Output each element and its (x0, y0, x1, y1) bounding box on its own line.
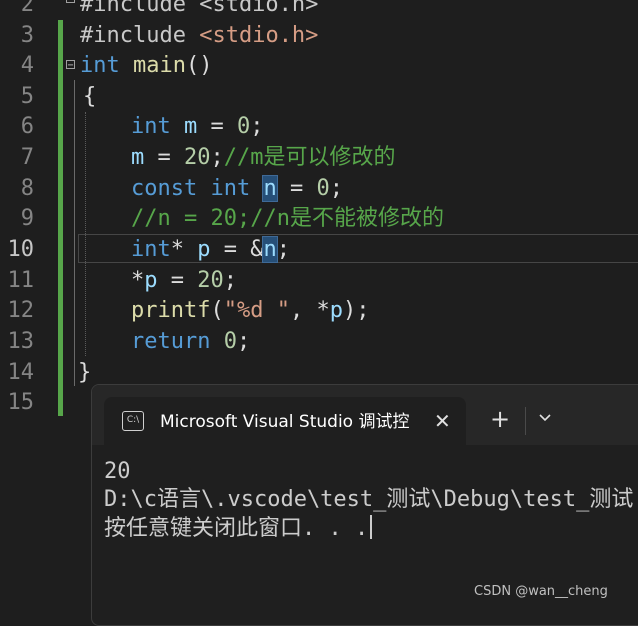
punctuation: () (185, 53, 213, 78)
line-number: 12 (7, 298, 35, 323)
code-line[interactable]: } (78, 357, 91, 388)
include-directive: #include (80, 23, 200, 48)
variable: m (184, 114, 198, 139)
line-number: 9 (20, 206, 34, 231)
semicolon: ; (223, 268, 237, 293)
punctuation: ( (210, 298, 224, 323)
keyword: int (131, 114, 171, 139)
console-prompt-text: 按任意键关闭此窗口. . . (104, 516, 369, 541)
line-number: 4 (20, 53, 34, 78)
line-number: 11 (7, 268, 35, 293)
header-name: <stdio.h> (199, 23, 319, 48)
number: 20 (184, 145, 211, 170)
change-indicator-bar (58, 20, 63, 416)
variable: p (197, 237, 211, 262)
indent-guide (85, 112, 86, 356)
code-line[interactable]: #include <stdio.h> (80, 20, 318, 51)
line-number: 14 (7, 360, 35, 385)
operator: * (170, 237, 198, 262)
variable-highlighted: n (262, 175, 278, 202)
console-output-line: 20 (104, 459, 131, 484)
console-icon: C:\ (122, 411, 144, 431)
console-tab[interactable]: C:\ Microsoft Visual Studio 调试控制台 ✕ (104, 397, 466, 447)
operator: = (144, 145, 184, 170)
tab-separator (525, 407, 526, 435)
semicolon: ; (210, 145, 224, 170)
operator: = (157, 268, 198, 293)
code-line[interactable]: m = 20;//m是可以修改的 (131, 142, 396, 173)
keyword: const (131, 176, 198, 201)
semicolon: ; (250, 114, 264, 139)
semicolon: ; (329, 176, 343, 201)
code-line-active[interactable]: int* p = &n; (131, 234, 290, 265)
chevron-down-icon[interactable] (538, 411, 552, 425)
code-line[interactable]: printf("%d ", *p); (131, 295, 369, 326)
line-number: 3 (20, 23, 34, 48)
console-output-line: D:\c语言\.vscode\test_测试\Debug\test_测试.exe (104, 487, 638, 512)
text-cursor (370, 515, 373, 539)
line-number: 5 (20, 84, 34, 109)
variable: p (144, 268, 158, 293)
brace: { (83, 84, 97, 109)
close-icon[interactable]: ✕ (434, 409, 451, 433)
keyword: int (210, 176, 251, 201)
code-line[interactable]: const int n = 0; (131, 173, 343, 204)
variable-highlighted: n (262, 236, 278, 263)
fold-toggle-icon[interactable]: − (66, 0, 75, 5)
variable: p (329, 298, 343, 323)
comment: //n = 20;//n是不能被修改的 (131, 206, 444, 231)
operator: = (197, 114, 237, 139)
number: 20 (197, 268, 224, 293)
code-line[interactable]: return 0; (131, 326, 250, 357)
line-number-active: 10 (7, 237, 35, 262)
tab-title: Microsoft Visual Studio 调试控制台 (160, 412, 410, 432)
punctuation: , * (289, 298, 330, 323)
code-line[interactable]: //n = 20;//n是不能被修改的 (131, 203, 444, 234)
string-literal: "%d " (223, 298, 290, 323)
line-number: 7 (20, 145, 34, 170)
console-output-line: 按任意键关闭此窗口. . . (104, 514, 373, 543)
code-line[interactable]: int m = 0; (131, 111, 264, 142)
code-line[interactable]: { (83, 81, 96, 112)
keyword: int (131, 237, 171, 262)
line-number: 13 (7, 329, 35, 354)
keyword: return (131, 329, 211, 354)
code-line[interactable]: *p = 20; (131, 265, 237, 296)
line-number: 15 (7, 390, 35, 415)
line-number: 8 (20, 176, 34, 201)
keyword: int (80, 53, 120, 78)
comment: //m是可以修改的 (223, 145, 396, 170)
number: 0 (223, 329, 237, 354)
watermark: CSDN @wan__cheng (474, 584, 608, 599)
punctuation: ); (342, 298, 370, 323)
fold-toggle-icon[interactable]: − (66, 60, 75, 71)
function-name: printf (131, 298, 211, 323)
line-number: 6 (20, 114, 34, 139)
operator: = (276, 176, 317, 201)
operator: * (131, 268, 145, 293)
terminal-tab-bar: C:\ Microsoft Visual Studio 调试控制台 ✕ + (92, 385, 638, 447)
line-number: 2 (20, 0, 34, 17)
operator: = & (210, 237, 264, 262)
number: 0 (237, 114, 251, 139)
code-line[interactable]: int main() (80, 50, 212, 81)
number: 0 (316, 176, 330, 201)
semicolon: ; (276, 237, 290, 262)
code-line[interactable]: #include <stdio.h> (80, 0, 318, 20)
brace: } (78, 360, 92, 385)
variable: m (131, 145, 145, 170)
function-name: main (133, 53, 186, 78)
new-tab-button[interactable]: + (490, 407, 510, 431)
brace-guide (74, 80, 75, 386)
semicolon: ; (236, 329, 251, 354)
